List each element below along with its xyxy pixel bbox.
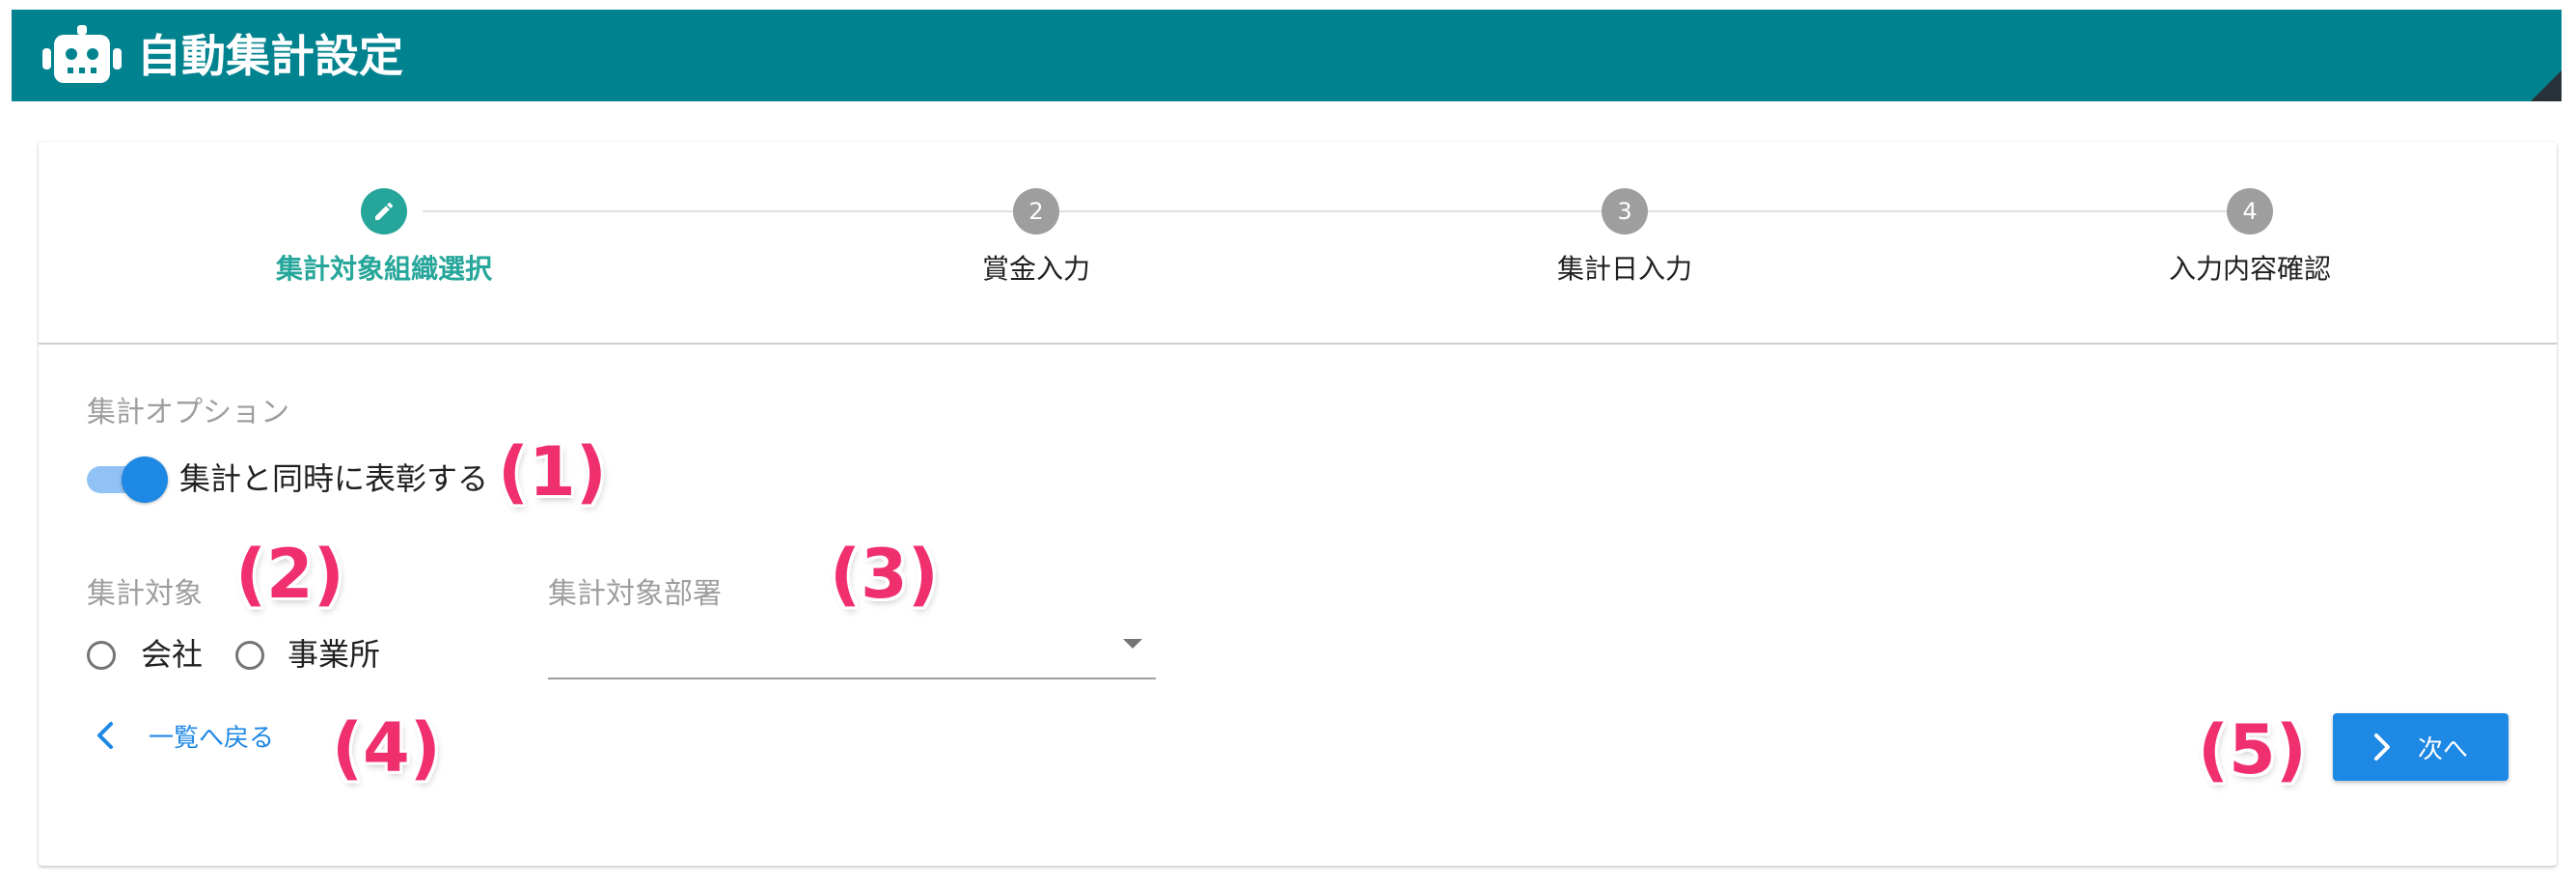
- callout-1: (1): [498, 432, 607, 512]
- step-1-indicator[interactable]: [361, 188, 407, 235]
- radio-office-label[interactable]: 事業所: [288, 634, 380, 675]
- radio-company-label[interactable]: 会社: [141, 634, 203, 675]
- step-4-label[interactable]: 入力内容確認: [2057, 252, 2443, 287]
- step-2-indicator[interactable]: 2: [1013, 188, 1059, 235]
- step-1-label[interactable]: 集計対象組織選択: [191, 252, 577, 287]
- chevron-down-icon[interactable]: [1123, 639, 1142, 649]
- step-3-indicator[interactable]: 3: [1602, 188, 1648, 235]
- step-connector: [423, 210, 1013, 212]
- callout-4: (4): [332, 708, 441, 788]
- next-button-label: 次へ: [2417, 734, 2468, 764]
- chevron-right-icon: [2373, 734, 2390, 761]
- page-header: 自動集計設定: [12, 10, 2562, 101]
- back-to-list-link[interactable]: 一覧へ戻る: [96, 711, 274, 760]
- target-section-label: 集計対象: [87, 577, 203, 611]
- pencil-icon: [375, 202, 394, 220]
- callout-2: (2): [235, 535, 344, 614]
- award-toggle-label[interactable]: 集計と同時に表彰する: [179, 458, 488, 499]
- step-connector: [1059, 210, 1602, 212]
- stepper: 集計対象組織選択 2 賞金入力 3 集計日入力 4 入力内容確認: [39, 142, 2557, 345]
- next-button[interactable]: 次へ: [2333, 713, 2508, 781]
- radio-company[interactable]: [87, 641, 116, 670]
- step-4-indicator[interactable]: 4: [2227, 188, 2273, 235]
- options-section-label: 集計オプション: [87, 396, 289, 429]
- chevron-left-icon: [97, 722, 113, 749]
- header-corner-fold: [2531, 70, 2562, 101]
- department-select-label: 集計対象部署: [548, 577, 722, 611]
- robot-icon: [42, 25, 122, 83]
- settings-card: 集計対象組織選択 2 賞金入力 3 集計日入力 4 入力内容確認 集計オプション…: [39, 142, 2557, 866]
- page-title: 自動集計設定: [137, 30, 403, 82]
- award-toggle[interactable]: [122, 457, 168, 503]
- step-connector: [1648, 210, 2227, 212]
- step-3-label[interactable]: 集計日入力: [1432, 252, 1818, 287]
- callout-5: (5): [2198, 710, 2307, 789]
- back-link-label: 一覧へ戻る: [149, 723, 275, 753]
- callout-3: (3): [830, 535, 939, 614]
- department-select[interactable]: [548, 678, 1156, 679]
- step-2-label[interactable]: 賞金入力: [843, 252, 1229, 287]
- radio-office[interactable]: [235, 641, 264, 670]
